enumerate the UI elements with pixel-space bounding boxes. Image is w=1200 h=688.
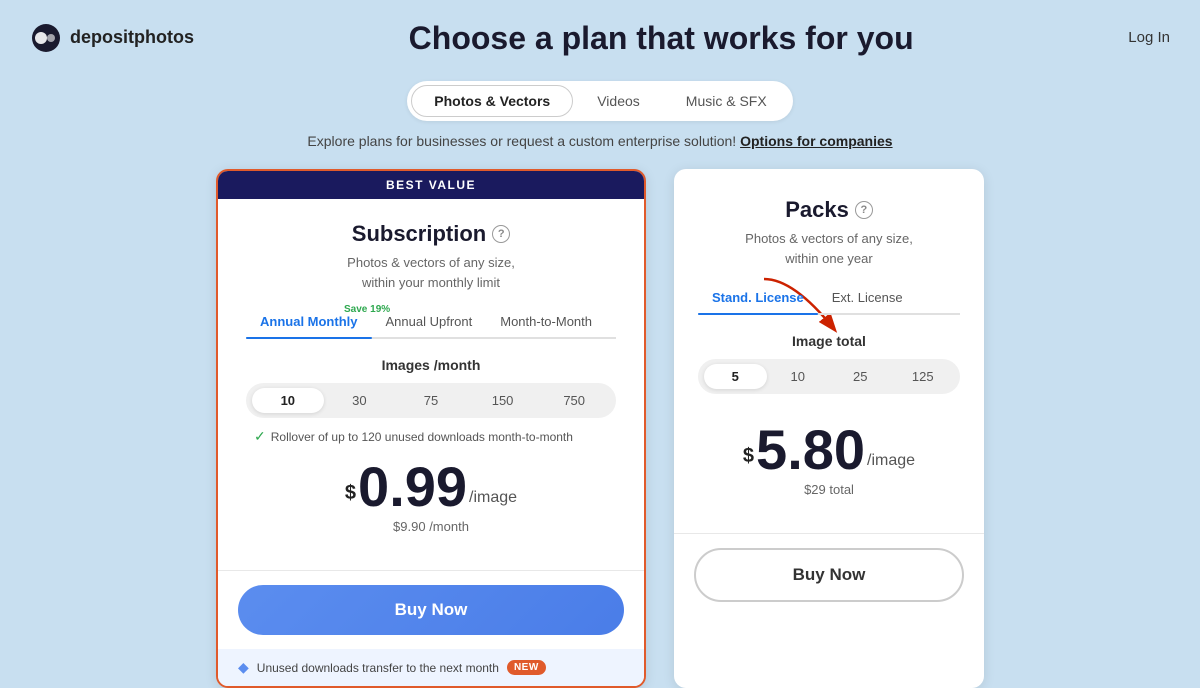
- packs-buy-button[interactable]: Buy Now: [694, 548, 964, 602]
- packs-price-currency: $: [743, 445, 754, 468]
- subscription-price-row: $ 0.99 /image: [246, 459, 616, 515]
- logo-icon: [30, 22, 62, 54]
- packs-card: Packs ? Photos & vectors of any size,wit…: [674, 169, 984, 688]
- tab-music-sfx[interactable]: Music & SFX: [664, 85, 789, 117]
- subscription-price-monthly: $9.90 /month: [246, 519, 616, 534]
- new-badge: NEW: [507, 660, 546, 675]
- logo[interactable]: depositphotos: [30, 22, 194, 54]
- subscription-card: BEST VALUE Subscription ? Photos & vecto…: [216, 169, 646, 688]
- images-slider: 10 30 75 150 750: [246, 383, 616, 418]
- subscription-price-currency: $: [345, 482, 356, 505]
- slider-option-750[interactable]: 750: [538, 388, 610, 413]
- subscription-price-main: 0.99: [358, 459, 467, 515]
- slider-option-150[interactable]: 150: [467, 388, 539, 413]
- images-per-month-label: Images /month: [246, 357, 616, 373]
- packs-slider: 5 10 25 125: [698, 359, 960, 394]
- packs-sub-tabs: Stand. License Ext. License: [698, 284, 960, 315]
- packs-desc: Photos & vectors of any size,within one …: [698, 229, 960, 268]
- subscription-sub-tabs: Save 19% Annual Monthly Annual Upfront M…: [246, 308, 616, 339]
- rollover-text: Rollover of up to 120 unused downloads m…: [271, 430, 573, 444]
- best-value-banner: BEST VALUE: [218, 171, 644, 199]
- slider-option-75[interactable]: 75: [395, 388, 467, 413]
- packs-price-unit: /image: [867, 452, 915, 470]
- packs-slider-option-25[interactable]: 25: [829, 364, 892, 389]
- footer-text: Unused downloads transfer to the next mo…: [257, 661, 499, 675]
- packs-slider-option-5[interactable]: 5: [704, 364, 767, 389]
- slider-option-30[interactable]: 30: [324, 388, 396, 413]
- subscription-footer: ◆ Unused downloads transfer to the next …: [218, 649, 644, 686]
- packs-price-total: $29 total: [698, 482, 960, 497]
- subscription-price-unit: /image: [469, 489, 517, 507]
- logo-text: depositphotos: [70, 27, 194, 48]
- check-icon: ✓: [254, 428, 266, 445]
- category-tabs: Photos & Vectors Videos Music & SFX: [0, 81, 1200, 121]
- subscription-buy-button[interactable]: Buy Now: [238, 585, 624, 635]
- packs-help-icon[interactable]: ?: [855, 201, 873, 219]
- sub-tab-month-to-month[interactable]: Month-to-Month: [486, 308, 606, 337]
- login-button[interactable]: Log In: [1128, 29, 1170, 46]
- packs-price-row: $ 5.80 /image: [698, 422, 960, 478]
- packs-slider-option-10[interactable]: 10: [767, 364, 830, 389]
- sub-tab-stand-license[interactable]: Stand. License: [698, 284, 818, 313]
- options-for-companies-link[interactable]: Options for companies: [740, 133, 892, 149]
- page-title: Choose a plan that works for you: [194, 20, 1128, 57]
- packs-price-main: 5.80: [756, 422, 865, 478]
- tab-photos-vectors[interactable]: Photos & Vectors: [411, 85, 573, 117]
- sub-tab-annual-upfront[interactable]: Annual Upfront: [372, 308, 487, 337]
- rollover-note: ✓ Rollover of up to 120 unused downloads…: [246, 428, 616, 445]
- subscription-desc: Photos & vectors of any size,within your…: [246, 253, 616, 292]
- enterprise-bar: Explore plans for businesses or request …: [0, 133, 1200, 149]
- packs-title: Packs: [785, 197, 849, 223]
- sub-tab-ext-license[interactable]: Ext. License: [818, 284, 917, 313]
- diamond-icon: ◆: [238, 659, 249, 676]
- tab-videos[interactable]: Videos: [575, 85, 662, 117]
- subscription-title: Subscription: [352, 221, 486, 247]
- sub-tab-annual-monthly[interactable]: Annual Monthly: [246, 308, 372, 337]
- subscription-help-icon[interactable]: ?: [492, 225, 510, 243]
- slider-option-10[interactable]: 10: [252, 388, 324, 413]
- plans-row: BEST VALUE Subscription ? Photos & vecto…: [0, 169, 1200, 688]
- packs-slider-option-125[interactable]: 125: [892, 364, 955, 389]
